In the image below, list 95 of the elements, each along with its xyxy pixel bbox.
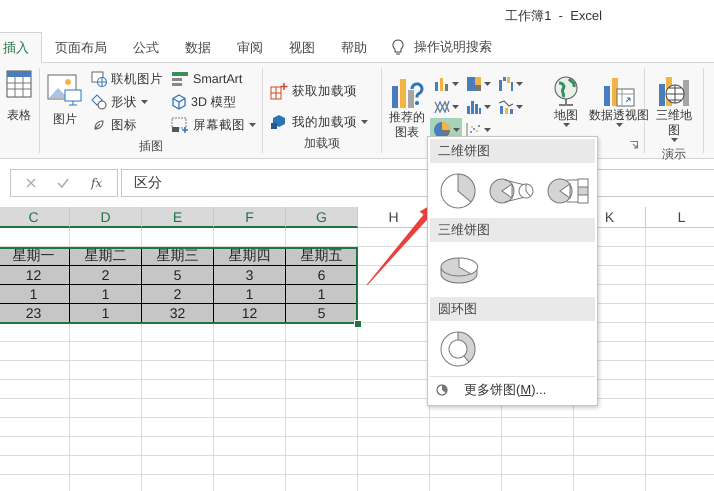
ribbon-button[interactable]: 图标 <box>88 114 166 136</box>
pie-of-pie-chart-icon <box>489 176 535 206</box>
caret-icon <box>452 128 460 132</box>
caret-icon <box>516 82 522 86</box>
caret-icon <box>516 104 522 108</box>
caret-icon <box>452 104 458 108</box>
caret-icon <box>361 120 368 124</box>
column-header: C <box>0 207 70 228</box>
ribbon-button[interactable]: 屏幕截图 <box>168 114 259 136</box>
more-pie-charts-item[interactable]: 更多饼图(M)... <box>464 381 546 399</box>
check-icon[interactable] <box>57 178 70 188</box>
caret-icon <box>484 104 490 108</box>
caret-icon <box>484 82 490 86</box>
pivot-chart-button[interactable]: 数据透视图 <box>586 72 652 129</box>
table-cell: 1 <box>70 285 142 304</box>
tell-me-search[interactable]: 操作说明搜索 <box>414 38 492 56</box>
caret-icon <box>452 82 458 86</box>
dialog-launcher-icon[interactable] <box>630 141 638 149</box>
table-cell: 1 <box>0 285 70 304</box>
ribbon-tab[interactable]: 帮助 <box>328 32 380 63</box>
fill-handle[interactable] <box>354 320 362 328</box>
table-cell: 5 <box>286 304 358 323</box>
pie-chart-icon <box>439 172 477 210</box>
column-header: E <box>142 207 214 228</box>
table-button[interactable]: 表格 <box>3 68 35 125</box>
cubes-icon <box>270 113 288 131</box>
recommended-charts-button[interactable]: 推荐的图表 <box>386 74 428 142</box>
group-label: 插图 <box>138 138 164 155</box>
table-cell: 1 <box>70 304 142 323</box>
menu-section-header: 三维饼图 <box>430 218 595 242</box>
column-header: D <box>70 207 142 228</box>
smartart-icon <box>171 71 189 87</box>
caret-icon <box>616 123 622 127</box>
line-chart-icon <box>434 98 450 114</box>
column-header: G <box>286 207 358 228</box>
3d-pie-chart-icon <box>439 254 479 284</box>
caret-icon <box>249 123 256 127</box>
ribbon-button[interactable]: 3D 模型 <box>168 91 259 113</box>
shapes-icon <box>91 94 107 110</box>
combo-chart-icon <box>498 98 514 114</box>
table-cell: 2 <box>142 285 214 304</box>
maps-button[interactable]: 地图 <box>548 72 584 129</box>
lightbulb-icon <box>392 38 404 56</box>
ribbon-button[interactable]: SmartArt <box>168 68 259 90</box>
globe-bars-icon <box>657 74 691 108</box>
table-cell: 6 <box>286 266 358 285</box>
ribbon-tab[interactable]: 公式 <box>120 32 172 63</box>
caret-icon <box>562 123 570 127</box>
3d-map-button[interactable]: 三维地图 <box>653 72 695 144</box>
window-title: 工作簿1 - Excel <box>505 7 602 25</box>
column-chart-icon <box>434 76 450 92</box>
group-label: 演示 <box>661 146 687 163</box>
caret-icon <box>484 128 490 132</box>
table-cell: 12 <box>0 266 70 285</box>
ribbon-button[interactable]: 联机图片 <box>88 68 166 90</box>
table-cell: 5 <box>142 266 214 285</box>
chart-question-icon <box>390 76 424 110</box>
ribbon-button[interactable]: 形状 <box>88 91 166 113</box>
histogram-chart-icon <box>466 98 482 114</box>
screenshot-icon <box>171 117 189 133</box>
chart-option[interactable] <box>439 170 477 210</box>
table-cell: 12 <box>214 304 286 323</box>
table-cell: 3 <box>214 266 286 285</box>
pie-chart-icon <box>436 384 448 396</box>
bar-of-pie-chart-icon <box>547 176 591 206</box>
ribbon-tab[interactable]: 页面布局 <box>42 32 120 63</box>
group-label: 加载项 <box>303 135 341 152</box>
ribbon-button[interactable]: 我的加载项 <box>267 111 371 133</box>
cancel-icon[interactable] <box>26 178 36 188</box>
table-cell: 1 <box>286 285 358 304</box>
ribbon-tab[interactable]: 视图 <box>276 32 328 63</box>
add-in-store-icon <box>270 82 288 100</box>
menu-section-header: 圆环图 <box>430 297 595 321</box>
treemap-chart-icon <box>466 76 482 92</box>
ribbon-button[interactable]: 获取加载项 <box>267 80 371 102</box>
picture-button[interactable]: 图片 <box>44 72 86 129</box>
menu-section-header: 二维饼图 <box>430 139 595 163</box>
doughnut-chart-icon <box>439 330 477 368</box>
chart-option[interactable] <box>439 328 477 368</box>
cube-icon <box>171 94 187 110</box>
table-cell: 32 <box>142 304 214 323</box>
insert-function-button[interactable]: fx <box>90 176 102 190</box>
ribbon-tab[interactable]: 审阅 <box>224 32 276 63</box>
caret-icon <box>141 100 148 104</box>
picture-icon <box>47 74 83 108</box>
caret-icon <box>670 138 678 142</box>
table-icon <box>6 70 32 98</box>
table-cell: 23 <box>0 304 70 323</box>
table-cell: 2 <box>70 266 142 285</box>
column-header: F <box>214 207 286 228</box>
table-cell: 1 <box>214 285 286 304</box>
online-picture-icon <box>91 71 107 87</box>
ribbon-tab[interactable]: 数据 <box>172 32 224 63</box>
ribbon-tab[interactable]: 插入 <box>0 32 42 63</box>
waterfall-chart-icon <box>498 76 514 92</box>
